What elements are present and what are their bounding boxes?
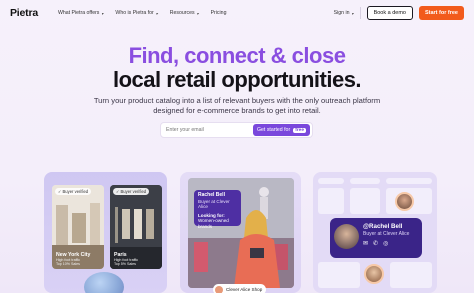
store-meta: High foot traffic Top 5% Sales bbox=[114, 258, 139, 266]
grid-tile bbox=[390, 262, 432, 288]
check-icon: ✓ bbox=[116, 189, 120, 194]
store-photo-nyc: ✓ Buyer verified New York City High foot … bbox=[52, 185, 104, 269]
profile-role: Buyer at Clever Alice bbox=[363, 231, 410, 237]
free-badge: free bbox=[293, 127, 306, 133]
profile-contact-icons: ✉ ✆ ◎ bbox=[363, 240, 417, 247]
shop-label: Clever Alice Shop bbox=[226, 287, 263, 292]
buyer-bubble: Rachel Bell Buyer at Clever Alice Lookin… bbox=[194, 190, 241, 229]
chevron-down-icon: ▾ bbox=[351, 10, 354, 16]
instagram-icon[interactable]: ◎ bbox=[383, 240, 388, 247]
nav-link-resources[interactable]: Resources ▾ bbox=[170, 10, 199, 16]
grid-tile bbox=[350, 178, 380, 184]
looking-value: Women-owned brands bbox=[198, 218, 229, 229]
chevron-down-icon: ▾ bbox=[196, 10, 199, 16]
check-icon: ✓ bbox=[58, 189, 62, 194]
shop-bar[interactable]: Clever Alice Shop bbox=[213, 284, 267, 293]
shop-avatar bbox=[215, 285, 223, 293]
hero-subtitle: Turn your product catalog into a list of… bbox=[0, 96, 474, 116]
nav-link-offers[interactable]: What Pietra offers ▾ bbox=[58, 10, 103, 16]
hero-subtitle-line1: Turn your product catalog into a list of… bbox=[93, 96, 381, 105]
top-nav: Pietra What Pietra offers ▾ Who is Pietra… bbox=[0, 0, 474, 26]
nav-link-pricing[interactable]: Pricing bbox=[211, 10, 227, 16]
nav-actions: Sign in ▾ Book a demo Start for free bbox=[334, 6, 464, 20]
hero-title-line2: local retail opportunities. bbox=[112, 67, 362, 92]
signup-form: Get started for free bbox=[160, 122, 313, 138]
email-input[interactable] bbox=[166, 127, 254, 133]
hero: Find, connect & close local retail oppor… bbox=[0, 44, 474, 116]
avatar bbox=[364, 264, 384, 284]
logo[interactable]: Pietra bbox=[10, 7, 38, 19]
grid-tile bbox=[318, 262, 360, 288]
phone-icon[interactable]: ✆ bbox=[373, 240, 378, 247]
nav-divider bbox=[359, 7, 361, 19]
profile-avatar bbox=[334, 224, 359, 249]
nav-link-who[interactable]: Who is Pietra for ▾ bbox=[115, 10, 157, 16]
buyer-role: Buyer at Clever Alice bbox=[198, 198, 230, 210]
email-icon[interactable]: ✉ bbox=[363, 240, 368, 247]
verified-badge: ✓ Buyer verified bbox=[113, 188, 150, 195]
grid-tile bbox=[318, 188, 344, 214]
start-free-button[interactable]: Start for free bbox=[418, 6, 464, 20]
store-photo-paris: ✓ Buyer verified Paris High foot traffic T… bbox=[110, 185, 162, 269]
sign-in-link[interactable]: Sign in ▾ bbox=[334, 10, 354, 16]
chevron-down-icon: ▾ bbox=[101, 10, 104, 16]
book-demo-button[interactable]: Book a demo bbox=[366, 6, 413, 20]
store-meta: High foot traffic Top 10% Sales bbox=[56, 258, 81, 266]
chevron-down-icon: ▾ bbox=[155, 10, 158, 16]
avatar bbox=[395, 192, 414, 211]
get-started-label: Get started for bbox=[257, 127, 291, 133]
grid-tile bbox=[318, 178, 344, 184]
profile-card[interactable]: @Rachel Bell Buyer at Clever Alice ✉ ✆ ◎ bbox=[330, 218, 422, 258]
verified-badge: ✓ Buyer verified bbox=[55, 188, 92, 195]
profile-name: @Rachel Bell bbox=[363, 223, 403, 230]
hero-title-line1: Find, connect & close bbox=[128, 43, 346, 68]
hero-subtitle-line2: designed for e-commerce brands to get in… bbox=[153, 106, 321, 115]
get-started-button[interactable]: Get started for free bbox=[253, 124, 310, 136]
grid-tile bbox=[350, 188, 380, 214]
nav-links: What Pietra offers ▾ Who is Pietra for ▾ R… bbox=[58, 10, 226, 16]
grid-tile bbox=[386, 178, 432, 184]
